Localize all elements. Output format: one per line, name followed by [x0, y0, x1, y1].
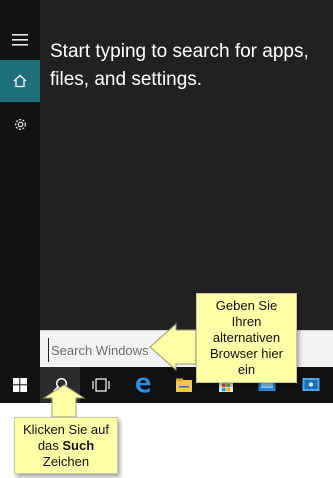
callout-bold-text: Such — [62, 437, 95, 453]
callout-text: das — [37, 437, 63, 453]
callout-arrows — [42, 322, 197, 418]
callout-line: Klicken Sie auf — [23, 421, 109, 437]
callout-search-hint: Klicken Sie auf das Such Zeichen — [14, 417, 118, 474]
arrow-to-search-button — [42, 384, 86, 418]
callout-line: alternativen — [212, 330, 281, 345]
callout-line: Geben Sie — [215, 298, 278, 313]
callout-line: Browser hier — [210, 346, 283, 361]
callout-line: ein — [237, 362, 256, 377]
callout-line: Zeichen — [42, 453, 90, 469]
callout-browser-hint: Geben Sie Ihren alternativen Browser hie… — [196, 293, 297, 383]
arrow-to-search-input — [149, 322, 197, 372]
callout-line: Ihren — [231, 314, 262, 329]
callout-line: das Such — [15, 438, 117, 454]
